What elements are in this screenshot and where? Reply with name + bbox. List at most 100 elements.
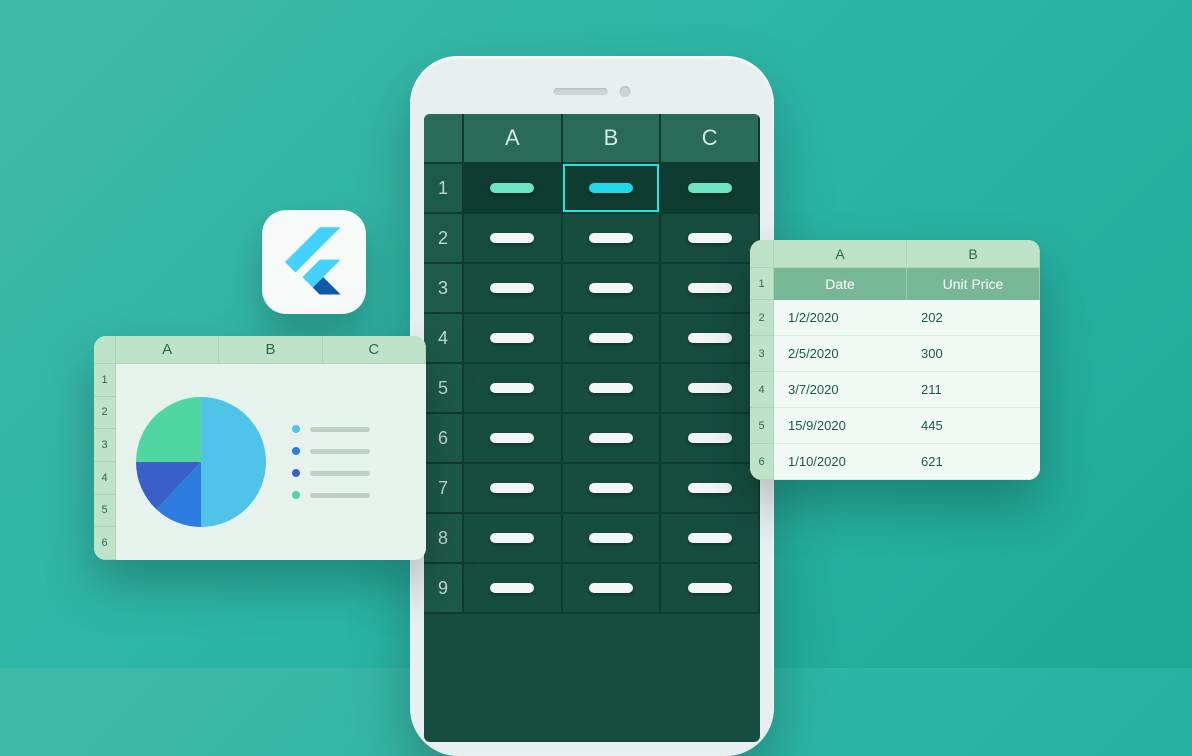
cell-date[interactable]: 15/9/2020 xyxy=(774,408,907,444)
cell[interactable] xyxy=(661,314,760,364)
row-header[interactable]: 2 xyxy=(424,214,464,264)
cell-content-icon xyxy=(490,483,534,493)
row-header[interactable]: 2 xyxy=(750,300,774,336)
cell[interactable] xyxy=(661,164,760,214)
legend-dot-icon xyxy=(292,491,300,499)
cell[interactable] xyxy=(563,214,662,264)
cell-content-icon xyxy=(589,383,633,393)
col-header[interactable]: A xyxy=(116,336,219,364)
cell[interactable] xyxy=(563,564,662,614)
legend-item xyxy=(292,491,370,499)
legend-dot-icon xyxy=(292,447,300,455)
cell-selected[interactable] xyxy=(563,164,662,214)
front-camera xyxy=(620,86,631,97)
cell-content-icon xyxy=(688,333,732,343)
grid-corner xyxy=(750,240,774,268)
col-header[interactable]: C xyxy=(323,336,426,364)
cell-content-icon xyxy=(688,383,732,393)
cell[interactable] xyxy=(661,464,760,514)
legend-bar xyxy=(310,427,370,432)
cell-content-icon xyxy=(490,283,534,293)
row-header[interactable]: 4 xyxy=(424,314,464,364)
cell[interactable] xyxy=(661,264,760,314)
cell-content-icon xyxy=(688,483,732,493)
data-table-card: A B 1 Date Unit Price 2 1/2/2020 202 3 2… xyxy=(750,240,1040,480)
cell[interactable] xyxy=(661,214,760,264)
legend-item xyxy=(292,469,370,477)
row-header[interactable]: 1 xyxy=(424,164,464,214)
cell-price[interactable]: 211 xyxy=(907,372,1040,408)
col-header[interactable]: B xyxy=(907,240,1040,268)
cell[interactable] xyxy=(661,514,760,564)
row-header[interactable]: 2 xyxy=(94,397,116,430)
table-header-unit-price: Unit Price xyxy=(907,268,1040,300)
cell[interactable] xyxy=(464,264,563,314)
chart-body xyxy=(116,364,426,560)
cell-date[interactable]: 2/5/2020 xyxy=(774,336,907,372)
cell-content-icon xyxy=(589,533,633,543)
flutter-icon xyxy=(285,227,343,297)
cell-price[interactable]: 621 xyxy=(907,444,1040,480)
row-header[interactable]: 6 xyxy=(94,527,116,560)
cell[interactable] xyxy=(563,464,662,514)
cell-content-icon xyxy=(589,583,633,593)
pie-chart-card: A B C 1 2 3 4 5 6 xyxy=(94,336,426,560)
row-header[interactable]: 1 xyxy=(94,364,116,397)
legend-bar xyxy=(310,449,370,454)
row-header[interactable]: 5 xyxy=(750,408,774,444)
cell-content-icon xyxy=(688,283,732,293)
cell[interactable] xyxy=(661,564,760,614)
row-header[interactable]: 4 xyxy=(750,372,774,408)
cell-price[interactable]: 445 xyxy=(907,408,1040,444)
cell-content-icon xyxy=(490,183,534,193)
row-header[interactable]: 4 xyxy=(94,462,116,495)
row-header[interactable]: 6 xyxy=(424,414,464,464)
col-header-c[interactable]: C xyxy=(661,114,760,164)
cell[interactable] xyxy=(464,364,563,414)
col-header-b[interactable]: B xyxy=(563,114,662,164)
row-header[interactable]: 5 xyxy=(94,495,116,528)
row-header[interactable]: 7 xyxy=(424,464,464,514)
cell[interactable] xyxy=(563,364,662,414)
cell[interactable] xyxy=(563,514,662,564)
cell[interactable] xyxy=(563,414,662,464)
cell-content-icon xyxy=(490,383,534,393)
cell[interactable] xyxy=(661,414,760,464)
cell-date[interactable]: 1/2/2020 xyxy=(774,300,907,336)
cell-date[interactable]: 3/7/2020 xyxy=(774,372,907,408)
cell[interactable] xyxy=(464,414,563,464)
cell[interactable] xyxy=(464,564,563,614)
cell[interactable] xyxy=(464,314,563,364)
row-header[interactable]: 1 xyxy=(750,268,774,300)
row-header[interactable]: 3 xyxy=(424,264,464,314)
cell[interactable] xyxy=(661,364,760,414)
row-header[interactable]: 3 xyxy=(750,336,774,372)
cell-content-icon xyxy=(589,283,633,293)
cell[interactable] xyxy=(563,314,662,364)
cell-content-icon xyxy=(589,183,633,193)
col-header[interactable]: B xyxy=(219,336,322,364)
pie-slice xyxy=(201,397,266,527)
pie-slice xyxy=(136,397,201,462)
cell[interactable] xyxy=(563,264,662,314)
cell-date[interactable]: 1/10/2020 xyxy=(774,444,907,480)
cell-content-icon xyxy=(688,533,732,543)
row-header[interactable]: 5 xyxy=(424,364,464,414)
phone-notch xyxy=(554,86,631,97)
table-header-date: Date xyxy=(774,268,907,300)
row-header[interactable]: 9 xyxy=(424,564,464,614)
cell-price[interactable]: 300 xyxy=(907,336,1040,372)
speaker-slot xyxy=(554,88,608,95)
row-header[interactable]: 8 xyxy=(424,514,464,564)
row-header[interactable]: 3 xyxy=(94,429,116,462)
cell-price[interactable]: 202 xyxy=(907,300,1040,336)
cell[interactable] xyxy=(464,514,563,564)
col-header[interactable]: A xyxy=(774,240,907,268)
col-header-a[interactable]: A xyxy=(464,114,563,164)
cell[interactable] xyxy=(464,214,563,264)
cell[interactable] xyxy=(464,164,563,214)
cell[interactable] xyxy=(464,464,563,514)
phone-mockup: A B C 1 2 3 4 5 6 xyxy=(410,56,774,756)
row-header[interactable]: 6 xyxy=(750,444,774,480)
cell-content-icon xyxy=(589,483,633,493)
